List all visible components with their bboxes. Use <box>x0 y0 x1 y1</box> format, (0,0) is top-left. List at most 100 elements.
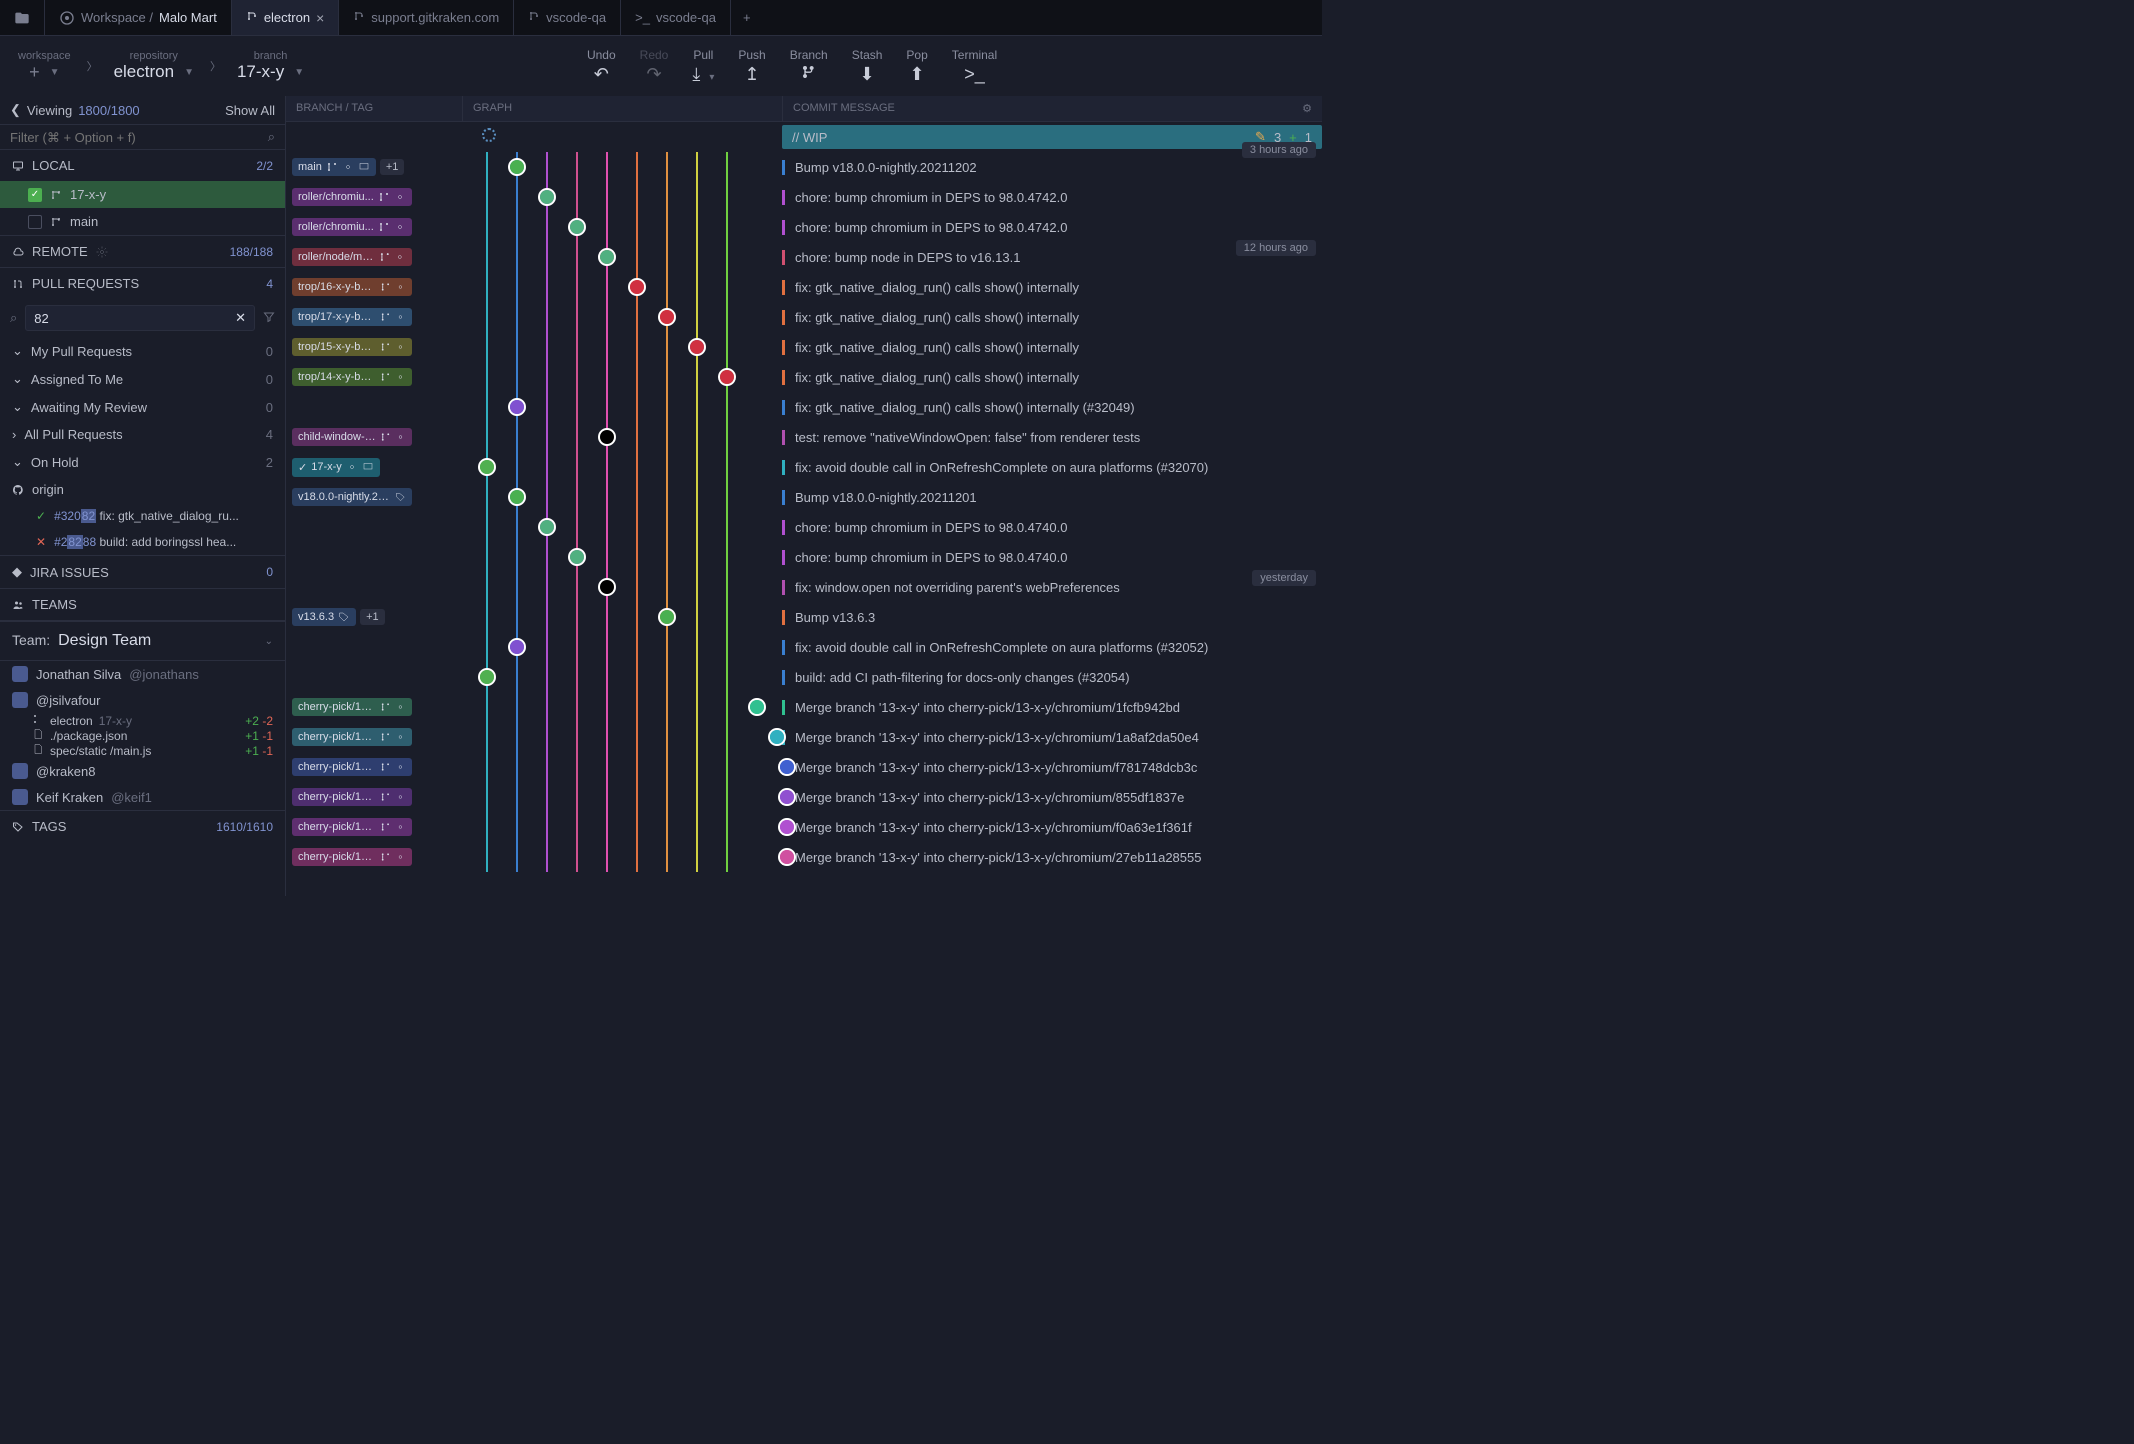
commit-node[interactable] <box>628 278 646 296</box>
commit-node[interactable] <box>538 188 556 206</box>
branch-pill[interactable]: trop/14-x-y-bp-fi... <box>292 368 412 386</box>
branch-pill[interactable]: cherry-pick/13-x... <box>292 728 412 746</box>
checkbox[interactable] <box>28 215 42 229</box>
team-member[interactable]: @jsilvafour <box>0 687 285 713</box>
branch-pill[interactable]: cherry-pick/13-x... <box>292 848 412 866</box>
pr-group[interactable]: ⌄On Hold2 <box>0 448 285 476</box>
add-tab-button[interactable]: + <box>731 10 763 25</box>
branch-pill[interactable]: cherry-pick/13-x... <box>292 758 412 776</box>
commit-row[interactable]: fix: window.open not overriding parent's… <box>286 572 1322 602</box>
member-file[interactable]: ./package.json +1 -1 <box>0 728 285 743</box>
commit-row[interactable]: cherry-pick/13-x... Merge branch '13-x-y… <box>286 692 1322 722</box>
local-branch-item[interactable]: ✓17-x-y <box>0 181 285 208</box>
close-icon[interactable]: × <box>316 10 324 26</box>
branch-pill[interactable]: cherry-pick/13-x... <box>292 698 412 716</box>
undo-button[interactable]: Undo↶ <box>587 48 616 85</box>
repo-tab[interactable]: support.gitkraken.com <box>339 0 514 35</box>
commit-row[interactable]: v13.6.3 +1Bump v13.6.3 <box>286 602 1322 632</box>
commit-row[interactable]: cherry-pick/13-x... Merge branch '13-x-y… <box>286 722 1322 752</box>
team-selector[interactable]: Team:Design Team ⌄ <box>0 621 285 661</box>
branch-pill[interactable]: trop/16-x-y-bp-fi... <box>292 278 412 296</box>
repo-tab[interactable]: vscode-qa <box>514 0 621 35</box>
tags-section-header[interactable]: TAGS 1610/1610 <box>0 810 285 842</box>
commit-node[interactable] <box>478 458 496 476</box>
commit-node[interactable] <box>538 518 556 536</box>
pr-group[interactable]: ›All Pull Requests4 <box>0 421 285 448</box>
team-member[interactable]: @kraken8 <box>0 758 285 784</box>
commit-row[interactable]: cherry-pick/13-x... Merge branch '13-x-y… <box>286 752 1322 782</box>
branch-button[interactable]: Branch <box>790 48 828 85</box>
show-all-button[interactable]: Show All <box>225 103 275 118</box>
branch-pill[interactable]: cherry-pick/13-x... <box>292 788 412 806</box>
commit-node[interactable] <box>778 758 796 776</box>
branch-pill[interactable]: trop/17-x-y-bp-fi... <box>292 308 412 326</box>
commit-row[interactable]: trop/14-x-y-bp-fi... fix: gtk_native_dia… <box>286 362 1322 392</box>
commit-row[interactable]: ✓ 17-x-y fix: avoid double call in OnRef… <box>286 452 1322 482</box>
commit-node[interactable] <box>658 308 676 326</box>
push-button[interactable]: Push↥ <box>738 48 765 85</box>
branch-pill[interactable]: main <box>292 158 376 176</box>
origin-group[interactable]: origin <box>0 476 285 503</box>
commit-node[interactable] <box>748 698 766 716</box>
member-file[interactable]: electron 17-x-y+2 -2 <box>0 713 285 728</box>
folder-tab[interactable] <box>0 0 45 35</box>
commit-row[interactable]: roller/node/main chore: bump node in DEP… <box>286 242 1322 272</box>
commit-node[interactable] <box>718 368 736 386</box>
redo-button[interactable]: Redo↷ <box>640 48 669 85</box>
commit-node[interactable] <box>688 338 706 356</box>
branch-pill[interactable]: roller/chromiu... <box>292 188 412 206</box>
commit-node[interactable] <box>598 578 616 596</box>
commit-node[interactable] <box>598 248 616 266</box>
filter-input[interactable] <box>10 130 268 145</box>
checkbox[interactable]: ✓ <box>28 188 42 202</box>
pr-item[interactable]: ✓#32082 fix: gtk_native_dialog_ru... <box>0 503 285 529</box>
local-section-header[interactable]: LOCAL 2/2 <box>0 150 285 181</box>
terminal-button[interactable]: Terminal>_ <box>952 48 997 85</box>
commit-node[interactable] <box>568 548 586 566</box>
member-file[interactable]: spec/static /main.js +1 -1 <box>0 743 285 758</box>
commit-row[interactable]: roller/chromiu... chore: bump chromium i… <box>286 212 1322 242</box>
branch-pill[interactable]: v13.6.3 <box>292 608 356 626</box>
branch-pill[interactable]: roller/chromiu... <box>292 218 412 236</box>
commit-node[interactable] <box>508 398 526 416</box>
commit-row[interactable]: v18.0.0-nightly.202... Bump v18.0.0-nigh… <box>286 482 1322 512</box>
commit-node[interactable] <box>778 788 796 806</box>
commit-node[interactable] <box>598 428 616 446</box>
commit-node[interactable] <box>568 218 586 236</box>
commit-node[interactable] <box>478 668 496 686</box>
commit-row[interactable]: roller/chromiu... chore: bump chromium i… <box>286 182 1322 212</box>
pr-item[interactable]: ✕#28288 build: add boringssl hea... <box>0 529 285 555</box>
filter-icon[interactable] <box>263 311 275 326</box>
commit-row[interactable]: fix: avoid double call in OnRefreshCompl… <box>286 632 1322 662</box>
commit-row[interactable]: chore: bump chromium in DEPS to 98.0.474… <box>286 512 1322 542</box>
pr-search-input[interactable]: 82✕ <box>25 305 255 331</box>
pr-group[interactable]: ⌄Awaiting My Review0 <box>0 393 285 421</box>
branch-pill[interactable]: trop/15-x-y-bp-fi... <box>292 338 412 356</box>
pull-button[interactable]: Pull⤓ ▾ <box>692 48 714 85</box>
stash-button[interactable]: Stash⬇ <box>852 48 883 85</box>
commit-row[interactable]: cherry-pick/13-x... Merge branch '13-x-y… <box>286 842 1322 872</box>
commit-row[interactable]: build: add CI path-filtering for docs-on… <box>286 662 1322 692</box>
commit-node[interactable] <box>508 638 526 656</box>
commit-node[interactable] <box>778 818 796 836</box>
commit-node[interactable] <box>508 158 526 176</box>
commit-row[interactable]: chore: bump chromium in DEPS to 98.0.474… <box>286 542 1322 572</box>
branch-pill[interactable]: v18.0.0-nightly.202... <box>292 488 412 506</box>
commit-row[interactable]: trop/16-x-y-bp-fi... fix: gtk_native_dia… <box>286 272 1322 302</box>
branch-pill[interactable]: cherry-pick/13-x... <box>292 818 412 836</box>
back-icon[interactable]: ❮ <box>10 102 21 118</box>
search-icon[interactable]: ⌕ <box>268 129 275 145</box>
commit-node[interactable] <box>778 848 796 866</box>
commit-node[interactable] <box>508 488 526 506</box>
branch-pill[interactable]: roller/node/main <box>292 248 412 266</box>
clear-icon[interactable]: ✕ <box>235 310 246 326</box>
repo-tab[interactable]: electron× <box>232 0 339 35</box>
remote-section-header[interactable]: REMOTE 188/188 <box>0 236 285 267</box>
commit-node[interactable] <box>658 608 676 626</box>
teams-section-header[interactable]: TEAMS <box>0 589 285 620</box>
pop-button[interactable]: Pop⬆ <box>906 48 927 85</box>
repo-tab[interactable]: >_vscode-qa <box>621 0 731 35</box>
commit-row[interactable]: trop/17-x-y-bp-fi... fix: gtk_native_dia… <box>286 302 1322 332</box>
team-member[interactable]: Jonathan Silva @jonathans <box>0 661 285 687</box>
commit-row[interactable]: cherry-pick/13-x... Merge branch '13-x-y… <box>286 782 1322 812</box>
